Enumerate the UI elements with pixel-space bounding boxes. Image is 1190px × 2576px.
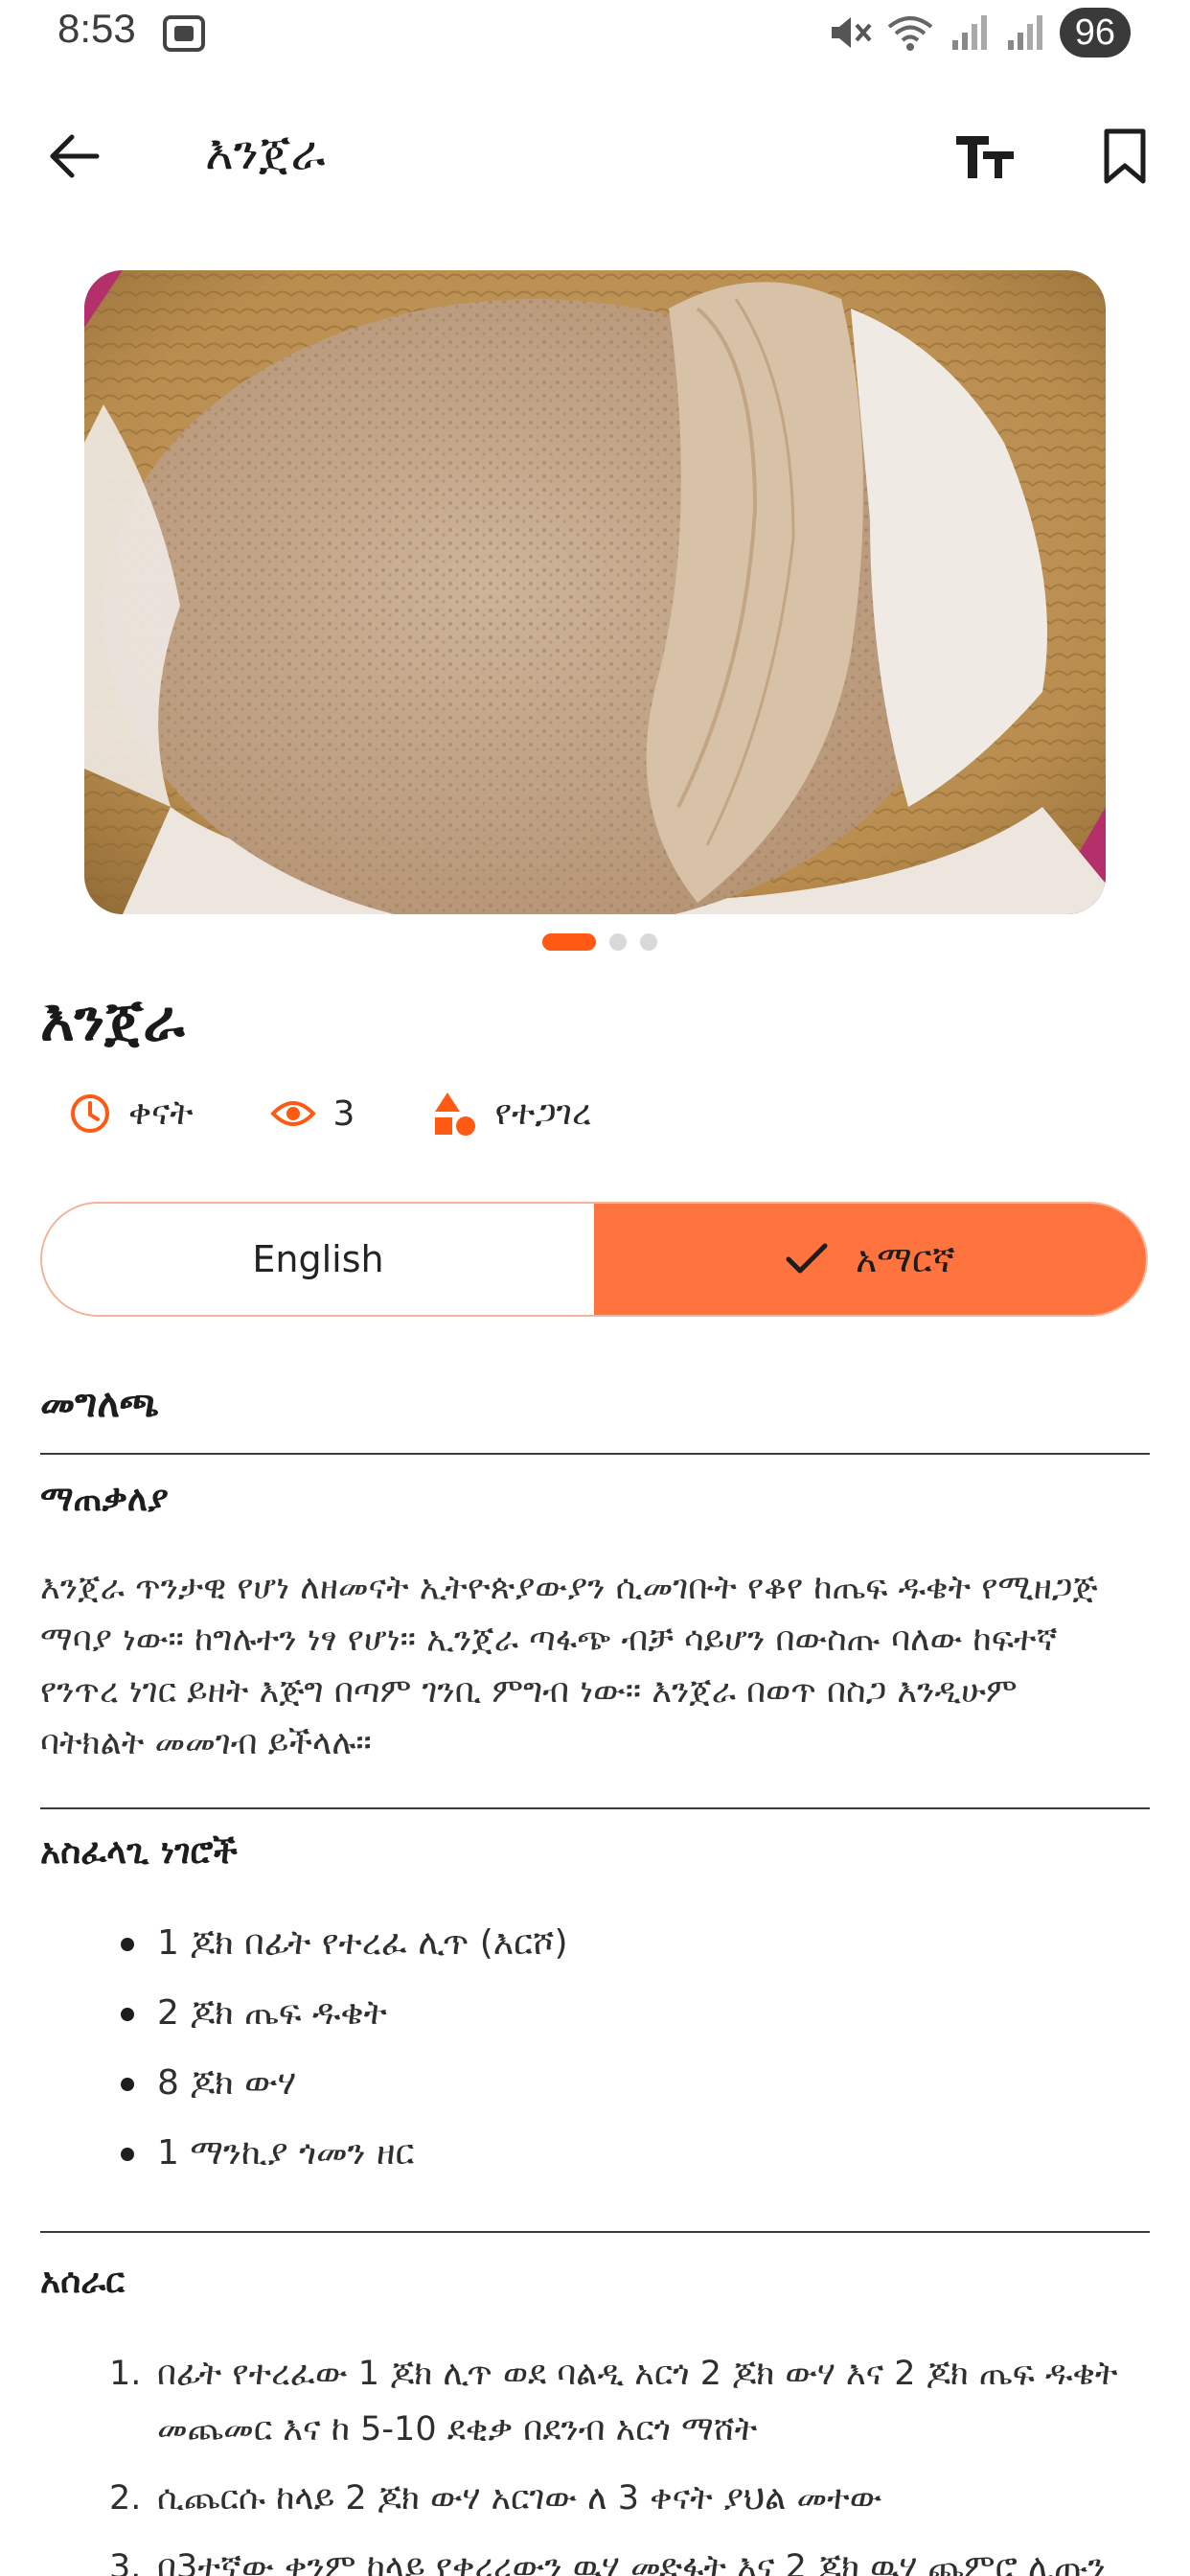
ingredient-item: 1 ጆክ በፊት የተረፈ ሊጥ (እርሾ) bbox=[40, 1913, 1152, 1983]
carousel-dot-active[interactable] bbox=[542, 933, 596, 951]
bookmark-button[interactable] bbox=[1090, 123, 1159, 190]
divider bbox=[40, 1453, 1150, 1455]
signal-icon-2 bbox=[1007, 15, 1042, 50]
bullet bbox=[121, 2148, 134, 2161]
language-option-amharic-label: አማርኛ bbox=[855, 1237, 956, 1280]
text-size-icon bbox=[956, 136, 1014, 178]
language-option-amharic[interactable]: አማርኛ bbox=[594, 1204, 1146, 1315]
bullet bbox=[121, 2078, 134, 2091]
meta-difficulty-label: የተጋገረ bbox=[494, 1093, 592, 1133]
description-line: እንጀራ ጥንታዊ የሆነ ለዘመናት ኢትዮጵያውያን ሲመገቡት የቆየ ከ… bbox=[40, 1569, 1098, 1607]
app-bar-title: እንጀራ bbox=[205, 125, 326, 180]
carousel-indicator bbox=[0, 930, 1190, 954]
divider bbox=[40, 2231, 1150, 2233]
wifi-icon bbox=[887, 16, 932, 51]
back-button[interactable] bbox=[40, 123, 107, 190]
recipe-title: እንጀራ bbox=[40, 987, 185, 1054]
carousel-dot[interactable] bbox=[640, 933, 657, 951]
bullet bbox=[121, 1938, 134, 1951]
battery-indicator: 96 bbox=[1059, 8, 1131, 58]
ingredient-text: 1 ማንኪያ ጎመን ዘር bbox=[157, 2133, 415, 2173]
check-icon bbox=[786, 1243, 828, 1274]
step-number: 2. bbox=[109, 2479, 142, 2518]
method-heading: አሰራር bbox=[40, 2262, 126, 2301]
app-bar: እንጀራ bbox=[0, 105, 1190, 205]
shapes-icon bbox=[435, 1092, 476, 1136]
back-arrow-icon bbox=[50, 134, 100, 178]
divider bbox=[40, 1807, 1150, 1809]
recipe-image-carousel[interactable] bbox=[84, 270, 1106, 914]
summary-heading: ማጠቃለያ bbox=[40, 1480, 169, 1519]
ingredient-text: 2 ጆክ ጤፍ ዱቄት bbox=[157, 1993, 387, 2033]
ingredient-text: 1 ጆክ በፊት የተረፈ ሊጥ (እርሾ) bbox=[157, 1923, 568, 1963]
description-line: የንጥረ ነገር ይዘት እጅግ በጣም ገንቢ ምግብ ነው። እንጀራ በወ… bbox=[40, 1672, 1018, 1711]
step-number: 3. bbox=[109, 2548, 142, 2576]
step-item: 1. በፊት የተረፈው 1 ጆክ ሊጥ ወደ ባልዲ አርጎ 2 ጆክ ውሃ … bbox=[40, 2346, 1161, 2457]
language-option-english[interactable]: English bbox=[42, 1204, 594, 1315]
step-line: በፊት የተረፈው 1 ጆክ ሊጥ ወደ ባልዲ አርጎ 2 ጆክ ውሃ እና … bbox=[157, 2355, 1118, 2393]
ingredients-heading: አስፈላጊ ነገሮች bbox=[40, 1832, 238, 1872]
ingredient-item: 8 ጆክ ውሃ bbox=[40, 2053, 1152, 2123]
meta-time: ቀናት bbox=[69, 1092, 194, 1135]
clock-icon bbox=[71, 1094, 109, 1133]
eye-icon bbox=[269, 1101, 316, 1126]
injera-photo bbox=[84, 270, 1106, 914]
step-line: መጨመር እና ከ 5-10 ደቂቃ በደንብ አርጎ ማሸት bbox=[157, 2410, 758, 2449]
status-time: 8:53 bbox=[57, 6, 136, 51]
recipe-meta: ቀናት 3 የተጋገረ bbox=[69, 1085, 668, 1142]
step-number: 1. bbox=[109, 2355, 142, 2393]
ingredients-list: 1 ጆክ በፊት የተረፈ ሊጥ (እርሾ) 2 ጆክ ጤፍ ዱቄት 8 ጆክ … bbox=[40, 1913, 1152, 2193]
carousel-dot[interactable] bbox=[609, 933, 627, 951]
bookmark-icon bbox=[1104, 128, 1146, 184]
mute-icon bbox=[831, 17, 872, 48]
step-item: 2. ሲጨርሱ ከላይ 2 ጆክ ውሃ አርገው ለ 3 ቀናት ያህል መተው bbox=[40, 2471, 1161, 2526]
screenshot-icon bbox=[163, 15, 205, 52]
ingredient-item: 2 ጆክ ጤፍ ዱቄት bbox=[40, 1983, 1152, 2053]
meta-views-count: 3 bbox=[332, 1093, 355, 1134]
step-line: ሲጨርሱ ከላይ 2 ጆክ ውሃ አርገው ለ 3 ቀናት ያህል መተው bbox=[157, 2479, 882, 2518]
meta-views: 3 bbox=[269, 1093, 355, 1134]
ingredient-item: 1 ማንኪያ ጎመን ዘር bbox=[40, 2123, 1152, 2193]
language-toggle: English አማርኛ bbox=[40, 1202, 1148, 1317]
bullet bbox=[121, 2008, 134, 2021]
ingredient-text: 8 ጆክ ውሃ bbox=[157, 2063, 297, 2103]
step-item: 3. በ3ተኛው ቀንም ከላይ የቀረረውን ዉሃ መድፋት እና 2 ጆክ … bbox=[40, 2540, 1161, 2576]
text-size-button[interactable] bbox=[949, 123, 1021, 190]
step-line: በ3ተኛው ቀንም ከላይ የቀረረውን ዉሃ መድፋት እና 2 ጆክ ዉሃ … bbox=[157, 2548, 1106, 2576]
signal-icon bbox=[951, 15, 987, 50]
description-heading: መግለጫ bbox=[40, 1382, 159, 1426]
status-bar: 8:53 96 bbox=[0, 0, 1190, 65]
steps-list: 1. በፊት የተረፈው 1 ጆክ ሊጥ ወደ ባልዲ አርጎ 2 ጆክ ውሃ … bbox=[40, 2346, 1161, 2576]
description-line: ባትክልት መመገብ ይችላሉ። bbox=[40, 1724, 372, 1762]
meta-difficulty: የተጋገረ bbox=[431, 1091, 591, 1137]
meta-time-label: ቀናት bbox=[128, 1093, 194, 1133]
description-text: እንጀራ ጥንታዊ የሆነ ለዘመናት ኢትዮጵያውያን ሲመገቡት የቆየ ከ… bbox=[40, 1562, 1152, 1769]
language-option-english-label: English bbox=[252, 1238, 384, 1280]
description-line: ማባያ ነው። ከግሉተን ነፃ የሆነ። ኢንጀራ ጣፋጭ ብቻ ሳይሆን በ… bbox=[40, 1621, 1058, 1659]
